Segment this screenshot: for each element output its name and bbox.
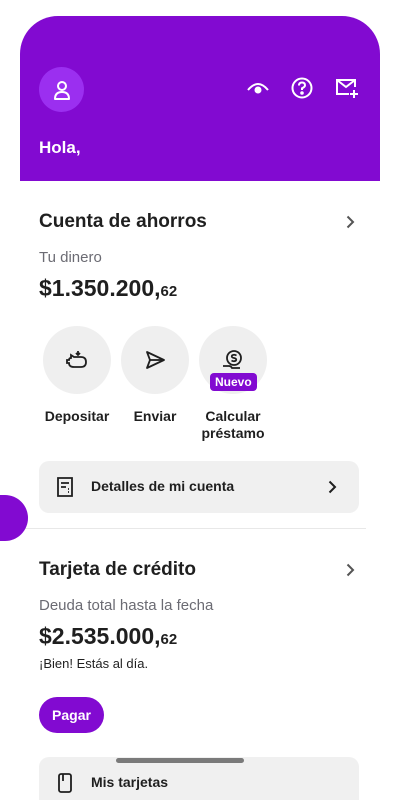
profile-button[interactable] [39, 67, 84, 112]
credit-subtitle: Deuda total hasta la fecha [39, 597, 214, 614]
my-cards-card[interactable]: Mis tarjetas [39, 757, 359, 800]
hide-balance-button[interactable] [244, 74, 272, 102]
greeting-text: Hola, [39, 138, 81, 157]
send-button[interactable] [121, 326, 189, 394]
credit-balance: $2.535.000,62 [39, 623, 177, 650]
payment-status: ¡Bien! Estás al día. [39, 656, 149, 671]
mail-plus-icon [336, 79, 358, 98]
new-badge: Nuevo [210, 373, 257, 391]
savings-balance-cents: 62 [160, 283, 178, 300]
home-indicator[interactable] [116, 758, 244, 763]
my-cards-label: Mis tarjetas [91, 774, 169, 790]
savings-balance: $1.350.200,62 [39, 275, 177, 302]
credit-balance-cents: 62 [160, 631, 178, 648]
send-icon [146, 351, 165, 369]
chevron-right-icon [325, 479, 339, 495]
section-divider [20, 528, 366, 529]
deposit-button[interactable] [43, 326, 111, 394]
app-screen: Hola, Cuenta de ahorros Tu dinero $1.350… [20, 16, 380, 800]
help-button[interactable] [288, 74, 316, 102]
credit-balance-main: $2.535.000, [39, 623, 161, 649]
header: Hola, [20, 16, 380, 181]
loan-icon [223, 350, 242, 369]
account-details-label: Detalles de mi cuenta [91, 478, 235, 494]
pay-button[interactable]: Pagar [39, 697, 104, 733]
piggy-bank-icon [66, 351, 87, 368]
chevron-right-icon [346, 215, 354, 229]
savings-title[interactable]: Cuenta de ahorros [39, 211, 207, 233]
invite-button[interactable] [333, 74, 361, 102]
help-icon [291, 77, 313, 99]
loan-button[interactable]: Nuevo [199, 326, 267, 394]
loan-action[interactable]: Nuevo Calcular préstamo [199, 326, 267, 442]
loan-label: Calcular préstamo [201, 408, 265, 441]
savings-subtitle: Tu dinero [39, 249, 102, 266]
credit-title[interactable]: Tarjeta de crédito [39, 559, 196, 581]
account-details-card[interactable]: Detalles de mi cuenta [39, 461, 359, 513]
receipt-icon [55, 476, 75, 498]
user-icon [53, 80, 70, 100]
savings-chevron-button[interactable] [342, 214, 358, 230]
card-icon [55, 772, 75, 794]
send-action[interactable]: Enviar [121, 326, 189, 425]
eye-icon [247, 83, 269, 94]
deposit-action[interactable]: Depositar [43, 326, 111, 425]
chevron-right-icon [346, 563, 354, 577]
savings-balance-main: $1.350.200, [39, 275, 161, 301]
credit-chevron-button[interactable] [342, 562, 358, 578]
